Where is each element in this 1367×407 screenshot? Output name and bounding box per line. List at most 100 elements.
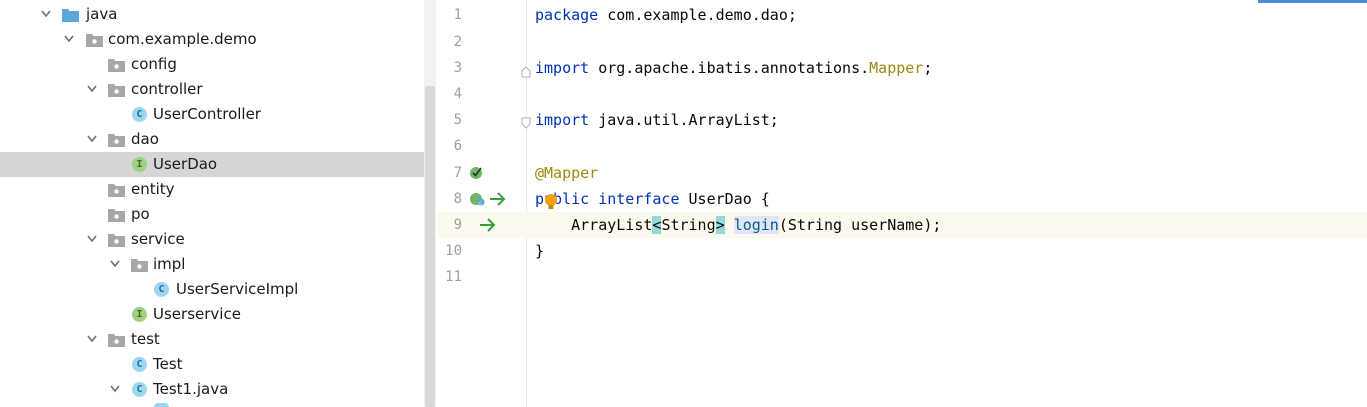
tree-item-label: com.example.demo	[108, 30, 257, 48]
method-token: login	[733, 216, 779, 234]
line-number[interactable]: 9	[437, 212, 462, 238]
line-number[interactable]: 8	[437, 186, 462, 212]
tree-item-po[interactable]: po	[0, 202, 424, 227]
tree-item-label: UserDao	[153, 155, 218, 173]
line-number[interactable]: 2	[437, 29, 462, 55]
interface-badge: I	[132, 307, 147, 322]
package-icon	[86, 32, 103, 48]
tree-item-test1-java[interactable]: C Test1.java	[0, 377, 424, 402]
line-number[interactable]: 3	[437, 55, 462, 81]
code-token: ;	[923, 59, 933, 77]
chevron-down-icon[interactable]	[84, 227, 100, 252]
tree-item-java[interactable]: java	[0, 2, 424, 27]
code-token: }	[535, 242, 545, 260]
tree-item-label: dao	[131, 130, 159, 148]
code-line-5[interactable]: import java.util.ArrayList;	[535, 107, 779, 133]
package-icon	[108, 57, 125, 73]
tree-item-label: service	[131, 230, 185, 248]
implemented-marker-icon[interactable]: c	[469, 191, 487, 211]
tree-item-userservice[interactable]: I Userservice	[0, 302, 424, 327]
code-line-7[interactable]: @Mapper	[535, 160, 598, 186]
class-badge: C	[132, 357, 147, 372]
code-token: UserDao {	[679, 190, 770, 208]
interface-badge: I	[132, 157, 147, 172]
project-tree: java com.example.demo config controller …	[0, 0, 424, 407]
tree-item-impl[interactable]: impl	[0, 252, 424, 277]
tree-item-service[interactable]: service	[0, 227, 424, 252]
tree-scrollbar-thumb[interactable]	[425, 86, 435, 407]
tree-item-label: Test	[153, 355, 183, 373]
code-token: ArrayList	[535, 216, 653, 234]
line-number[interactable]: 10	[437, 238, 462, 264]
keyword-token: import	[535, 59, 590, 77]
tree-item-com-example-demo[interactable]: com.example.demo	[0, 27, 424, 52]
tree-item-entity[interactable]: entity	[0, 177, 424, 202]
tree-item-label: entity	[131, 180, 175, 198]
package-icon	[108, 82, 125, 98]
tree-item-userserviceimpl[interactable]: C UserServiceImpl	[0, 277, 424, 302]
line-number[interactable]: 4	[437, 81, 462, 107]
line-number[interactable]: 11	[437, 264, 462, 290]
tree-item-controller[interactable]: controller	[0, 77, 424, 102]
svg-text:c: c	[479, 201, 482, 207]
tree-item-usercontroller[interactable]: C UserController	[0, 102, 424, 127]
class-icon: C	[132, 107, 148, 123]
chevron-down-icon[interactable]	[84, 127, 100, 152]
class-badge: C	[132, 382, 147, 397]
chevron-down-icon[interactable]	[84, 77, 100, 102]
class-badge: C	[154, 282, 169, 297]
tree-item-userdao[interactable]: I UserDao	[0, 152, 424, 177]
class-icon	[154, 403, 169, 407]
chevron-down-icon[interactable]	[84, 327, 100, 352]
code-line-1[interactable]: package com.example.demo.dao;	[535, 2, 797, 28]
chevron-down-icon[interactable]	[107, 377, 123, 402]
annotation-token: Mapper	[869, 59, 924, 77]
package-icon	[108, 332, 125, 348]
code-line-3[interactable]: import org.apache.ibatis.annotations.Map…	[535, 55, 932, 81]
active-tab-indicator	[1258, 0, 1367, 3]
chevron-down-icon[interactable]	[38, 2, 54, 27]
tree-item-label: controller	[131, 80, 203, 98]
code-token: org.apache.ibatis.annotations.	[589, 59, 870, 77]
package-icon	[108, 207, 125, 223]
code-line-9[interactable]: ArrayList<String> login(String userName)…	[535, 212, 941, 238]
line-number[interactable]: 5	[437, 107, 462, 133]
code-line-10[interactable]: }	[535, 238, 544, 264]
package-icon	[108, 132, 125, 148]
tree-item-label: java	[86, 5, 118, 23]
line-number[interactable]: 6	[437, 133, 462, 159]
package-icon	[108, 182, 125, 198]
class-icon: C	[132, 382, 148, 398]
implementation-arrow-icon[interactable]	[478, 217, 498, 237]
line-number[interactable]: 7	[437, 160, 462, 186]
tree-item-config[interactable]: config	[0, 52, 424, 77]
lightbulb-icon[interactable]	[544, 193, 558, 215]
class-badge: C	[132, 107, 147, 122]
tree-item-test[interactable]: test	[0, 327, 424, 352]
annotation-token: @Mapper	[535, 164, 599, 182]
chevron-down-icon[interactable]	[107, 252, 123, 277]
keyword-token: package	[535, 6, 599, 24]
fold-marker-icon[interactable]	[521, 63, 531, 82]
interface-icon: I	[132, 157, 148, 173]
bracket-match-token: >	[715, 216, 725, 234]
tree-item-label: UserController	[153, 105, 261, 123]
tree-item-label: po	[131, 205, 150, 223]
tree-item-test-class[interactable]: C Test	[0, 352, 424, 377]
tree-item-label: test	[131, 330, 160, 348]
interface-icon: I	[132, 307, 148, 323]
code-token: com.example.demo.dao;	[598, 6, 797, 24]
code-token: (String userName);	[778, 216, 942, 234]
package-icon	[131, 257, 148, 273]
mybatis-mapper-icon[interactable]	[469, 165, 485, 185]
implementation-arrow-icon[interactable]	[488, 191, 508, 211]
code-line-8[interactable]: public interface UserDao {	[535, 186, 770, 212]
code-token: java.util.ArrayList;	[589, 111, 779, 129]
class-icon: C	[154, 282, 170, 298]
tree-item-label: config	[131, 55, 177, 73]
line-number[interactable]: 1	[437, 2, 462, 28]
chevron-down-icon[interactable]	[61, 27, 77, 52]
tree-item-dao[interactable]: dao	[0, 127, 424, 152]
package-icon	[108, 232, 125, 248]
fold-marker-icon[interactable]	[521, 114, 531, 133]
